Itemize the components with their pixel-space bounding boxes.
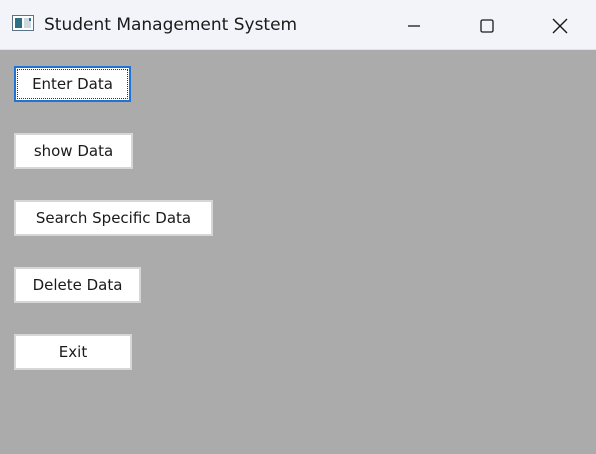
close-button[interactable]	[532, 0, 588, 50]
search-specific-data-button[interactable]: Search Specific Data	[14, 200, 213, 236]
maximize-button[interactable]	[459, 0, 515, 50]
app-window-icon	[12, 15, 34, 31]
enter-data-label: Enter Data	[32, 75, 113, 93]
search-specific-data-label: Search Specific Data	[35, 209, 192, 227]
window-title: Student Management System	[44, 15, 298, 35]
delete-data-button[interactable]: Delete Data	[14, 267, 141, 303]
enter-data-button[interactable]: Enter Data	[14, 66, 131, 102]
exit-label: Exit	[58, 343, 88, 361]
title-bar[interactable]: Student Management System	[0, 0, 596, 50]
show-data-label: show Data	[33, 142, 114, 160]
delete-data-label: Delete Data	[32, 276, 123, 294]
app-window: Student Management System Enter Data sho…	[0, 0, 596, 454]
show-data-button[interactable]: show Data	[14, 133, 133, 169]
minimize-icon	[408, 25, 420, 27]
exit-button[interactable]: Exit	[14, 334, 132, 370]
maximize-icon	[480, 19, 494, 33]
close-icon	[552, 18, 568, 34]
minimize-button[interactable]	[386, 0, 442, 50]
